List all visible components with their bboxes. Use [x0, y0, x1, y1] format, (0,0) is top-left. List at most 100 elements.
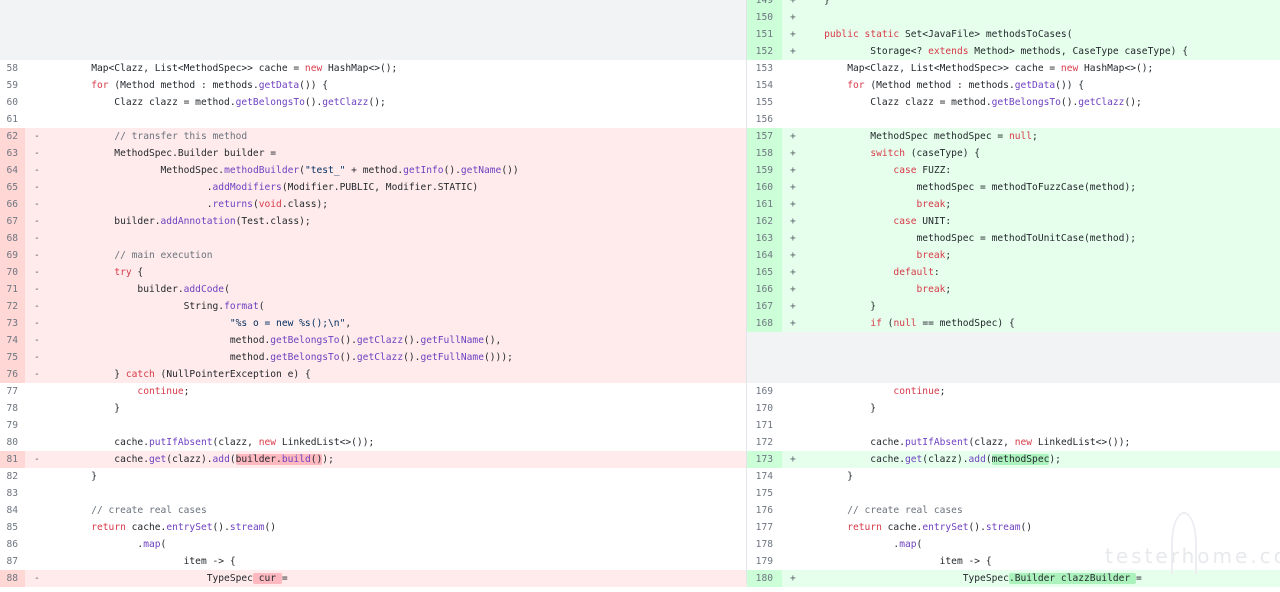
line-number[interactable]: 70 [4, 264, 18, 281]
line-number-gutter[interactable]: 177 [747, 519, 782, 536]
line-number-gutter[interactable]: 154 [747, 77, 782, 94]
line-number[interactable]: 172 [749, 434, 773, 451]
line-number-gutter[interactable] [0, 9, 25, 26]
line-number-gutter[interactable]: 165 [747, 264, 782, 281]
line-number[interactable]: 162 [749, 213, 773, 230]
line-number-gutter[interactable]: 60 [0, 94, 25, 111]
line-number-gutter[interactable]: 61 [0, 111, 25, 128]
line-number[interactable]: 168 [749, 315, 773, 332]
line-number-gutter[interactable]: 82 [0, 468, 25, 485]
line-number[interactable]: 72 [4, 298, 18, 315]
line-number[interactable]: 86 [4, 536, 18, 553]
line-number[interactable]: 88 [4, 570, 18, 587]
line-number-gutter[interactable]: 168 [747, 315, 782, 332]
line-number-gutter[interactable]: 180 [747, 570, 782, 587]
line-number-gutter[interactable]: 178 [747, 536, 782, 553]
line-number[interactable]: 164 [749, 247, 773, 264]
line-number-gutter[interactable]: 158 [747, 145, 782, 162]
line-number-gutter[interactable]: 161 [747, 196, 782, 213]
line-number[interactable]: 156 [749, 111, 773, 128]
line-number[interactable]: 68 [4, 230, 18, 247]
line-number-gutter[interactable]: 80 [0, 434, 25, 451]
line-number-gutter[interactable]: 59 [0, 77, 25, 94]
line-number-gutter[interactable]: 152 [747, 43, 782, 60]
line-number[interactable]: 169 [749, 383, 773, 400]
line-number[interactable]: 153 [749, 60, 773, 77]
line-number-gutter[interactable]: 151 [747, 26, 782, 43]
line-number[interactable]: 73 [4, 315, 18, 332]
line-number[interactable]: 158 [749, 145, 773, 162]
line-number-gutter[interactable]: 63 [0, 145, 25, 162]
line-number[interactable]: 61 [4, 111, 18, 128]
line-number-gutter[interactable]: 69 [0, 247, 25, 264]
line-number-gutter[interactable]: 87 [0, 553, 25, 570]
line-number[interactable]: 151 [749, 26, 773, 43]
line-number-gutter[interactable]: 62 [0, 128, 25, 145]
line-number-gutter[interactable]: 66 [0, 196, 25, 213]
line-number-gutter[interactable]: 172 [747, 434, 782, 451]
line-number[interactable]: 59 [4, 77, 18, 94]
line-number[interactable]: 81 [4, 451, 18, 468]
line-number-gutter[interactable]: 170 [747, 400, 782, 417]
line-number[interactable]: 79 [4, 417, 18, 434]
line-number-gutter[interactable]: 149 [747, 0, 782, 9]
line-number[interactable]: 160 [749, 179, 773, 196]
line-number-gutter[interactable]: 70 [0, 264, 25, 281]
line-number[interactable]: 163 [749, 230, 773, 247]
line-number-gutter[interactable]: 163 [747, 230, 782, 247]
line-number-gutter[interactable]: 75 [0, 349, 25, 366]
line-number-gutter[interactable]: 76 [0, 366, 25, 383]
line-number-gutter[interactable]: 179 [747, 553, 782, 570]
line-number[interactable]: 60 [4, 94, 18, 111]
line-number-gutter[interactable]: 167 [747, 298, 782, 315]
line-number[interactable]: 177 [749, 519, 773, 536]
line-number[interactable]: 80 [4, 434, 18, 451]
line-number[interactable]: 62 [4, 128, 18, 145]
line-number[interactable]: 69 [4, 247, 18, 264]
line-number[interactable]: 165 [749, 264, 773, 281]
line-number[interactable]: 76 [4, 366, 18, 383]
line-number-gutter[interactable]: 77 [0, 383, 25, 400]
line-number-gutter[interactable]: 79 [0, 417, 25, 434]
line-number-gutter[interactable]: 83 [0, 485, 25, 502]
line-number-gutter[interactable]: 68 [0, 230, 25, 247]
line-number[interactable]: 166 [749, 281, 773, 298]
line-number[interactable]: 78 [4, 400, 18, 417]
line-number[interactable]: 84 [4, 502, 18, 519]
line-number-gutter[interactable]: 67 [0, 213, 25, 230]
line-number[interactable]: 180 [749, 570, 773, 587]
line-number-gutter[interactable]: 157 [747, 128, 782, 145]
line-number-gutter[interactable]: 175 [747, 485, 782, 502]
line-number-gutter[interactable]: 153 [747, 60, 782, 77]
line-number-gutter[interactable]: 173 [747, 451, 782, 468]
line-number-gutter[interactable]: 84 [0, 502, 25, 519]
line-number[interactable]: 167 [749, 298, 773, 315]
line-number[interactable]: 157 [749, 128, 773, 145]
line-number[interactable]: 155 [749, 94, 773, 111]
line-number-gutter[interactable]: 65 [0, 179, 25, 196]
line-number-gutter[interactable]: 176 [747, 502, 782, 519]
line-number[interactable]: 149 [749, 0, 773, 9]
line-number-gutter[interactable] [747, 366, 782, 383]
line-number[interactable]: 161 [749, 196, 773, 213]
line-number-gutter[interactable] [0, 26, 25, 43]
line-number-gutter[interactable]: 162 [747, 213, 782, 230]
line-number[interactable]: 154 [749, 77, 773, 94]
line-number-gutter[interactable]: 160 [747, 179, 782, 196]
line-number-gutter[interactable]: 72 [0, 298, 25, 315]
line-number-gutter[interactable]: 164 [747, 247, 782, 264]
line-number-gutter[interactable]: 73 [0, 315, 25, 332]
line-number-gutter[interactable]: 85 [0, 519, 25, 536]
line-number[interactable]: 171 [749, 417, 773, 434]
line-number-gutter[interactable]: 71 [0, 281, 25, 298]
line-number-gutter[interactable]: 156 [747, 111, 782, 128]
line-number-gutter[interactable]: 155 [747, 94, 782, 111]
line-number-gutter[interactable] [0, 0, 25, 9]
line-number[interactable]: 75 [4, 349, 18, 366]
line-number[interactable]: 77 [4, 383, 18, 400]
line-number[interactable]: 150 [749, 9, 773, 26]
line-number-gutter[interactable]: 86 [0, 536, 25, 553]
line-number-gutter[interactable]: 169 [747, 383, 782, 400]
line-number[interactable]: 66 [4, 196, 18, 213]
line-number[interactable]: 65 [4, 179, 18, 196]
